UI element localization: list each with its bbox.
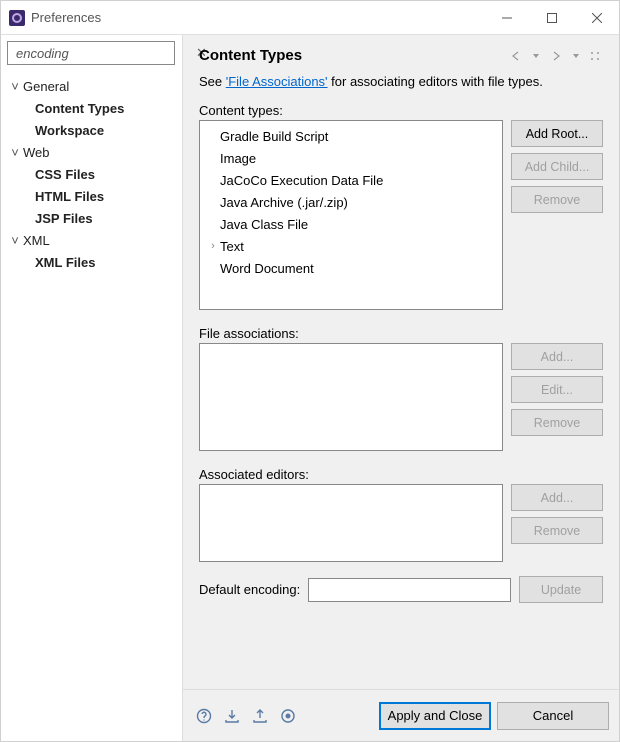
list-item[interactable]: Image — [200, 147, 502, 169]
remove-type-button[interactable]: Remove — [511, 186, 603, 213]
page-title: Content Types — [199, 47, 302, 64]
list-item[interactable]: ›Text — [200, 235, 502, 257]
list-item[interactable]: Gradle Build Script — [200, 125, 502, 147]
apply-and-close-button[interactable]: Apply and Close — [379, 702, 491, 730]
dialog-footer: Apply and Close Cancel — [183, 689, 619, 741]
tree-leaf-content-types[interactable]: Content Types — [3, 97, 180, 119]
chevron-down-icon[interactable]: ˅ — [7, 145, 23, 160]
content-types-label: Content types: — [199, 103, 603, 118]
preferences-window: Preferences ✕ ˅ General Content Types Wo… — [0, 0, 620, 742]
tree-node-xml[interactable]: ˅ XML — [3, 229, 180, 251]
filter-search[interactable]: ✕ — [7, 41, 175, 65]
back-icon[interactable] — [509, 49, 523, 63]
list-item[interactable]: Java Archive (.jar/.zip) — [200, 191, 502, 213]
update-encoding-button[interactable]: Update — [519, 576, 603, 603]
oomph-recorder-icon[interactable] — [277, 705, 299, 727]
minimize-button[interactable] — [484, 1, 529, 35]
dialog-body: ✕ ˅ General Content Types Workspace ˅ We… — [1, 35, 619, 741]
list-item[interactable]: Word Document — [200, 257, 502, 279]
tree-leaf-xml-files[interactable]: XML Files — [3, 251, 180, 273]
file-associations-list[interactable] — [199, 343, 503, 451]
list-item[interactable]: JaCoCo Execution Data File — [200, 169, 502, 191]
maximize-button[interactable] — [529, 1, 574, 35]
filter-input[interactable] — [14, 45, 196, 62]
page-header: Content Types — [183, 35, 619, 74]
window-title: Preferences — [31, 10, 101, 25]
export-prefs-icon[interactable] — [249, 705, 271, 727]
edit-association-button[interactable]: Edit... — [511, 376, 603, 403]
tree-leaf-jsp-files[interactable]: JSP Files — [3, 207, 180, 229]
tree-leaf-html-files[interactable]: HTML Files — [3, 185, 180, 207]
intro-text: See 'File Associations' for associating … — [199, 74, 603, 89]
add-root-button[interactable]: Add Root... — [511, 120, 603, 147]
titlebar[interactable]: Preferences — [1, 1, 619, 35]
tree-leaf-workspace[interactable]: Workspace — [3, 119, 180, 141]
cancel-button[interactable]: Cancel — [497, 702, 609, 730]
list-item[interactable]: Java Class File — [200, 213, 502, 235]
tree-node-web[interactable]: ˅ Web — [3, 141, 180, 163]
content-types-list[interactable]: Gradle Build Script Image JaCoCo Executi… — [199, 120, 503, 310]
add-child-button[interactable]: Add Child... — [511, 153, 603, 180]
associated-editors-label: Associated editors: — [199, 467, 603, 482]
header-nav-controls — [509, 49, 603, 63]
help-icon[interactable] — [193, 705, 215, 727]
tree-node-general[interactable]: ˅ General — [3, 75, 180, 97]
tree-leaf-css-files[interactable]: CSS Files — [3, 163, 180, 185]
file-associations-link[interactable]: 'File Associations' — [226, 74, 328, 89]
chevron-right-icon[interactable]: › — [206, 240, 220, 252]
category-sidebar: ✕ ˅ General Content Types Workspace ˅ We… — [1, 35, 183, 741]
add-association-button[interactable]: Add... — [511, 343, 603, 370]
page-content: See 'File Associations' for associating … — [183, 74, 619, 689]
view-menu-icon[interactable] — [589, 49, 603, 63]
default-encoding-label: Default encoding: — [199, 582, 300, 597]
file-associations-label: File associations: — [199, 326, 603, 341]
associated-editors-list[interactable] — [199, 484, 503, 562]
main-panel: Content Types See 'File Associations' fo… — [183, 35, 619, 741]
category-tree[interactable]: ˅ General Content Types Workspace ˅ Web … — [1, 69, 182, 279]
default-encoding-input[interactable] — [308, 578, 511, 602]
eclipse-icon — [9, 10, 25, 26]
window-controls — [484, 1, 619, 35]
add-editor-button[interactable]: Add... — [511, 484, 603, 511]
import-prefs-icon[interactable] — [221, 705, 243, 727]
forward-icon[interactable] — [549, 49, 563, 63]
remove-editor-button[interactable]: Remove — [511, 517, 603, 544]
chevron-down-icon[interactable]: ˅ — [7, 79, 23, 94]
close-button[interactable] — [574, 1, 619, 35]
chevron-down-icon[interactable]: ˅ — [7, 233, 23, 248]
remove-association-button[interactable]: Remove — [511, 409, 603, 436]
dropdown-icon[interactable] — [529, 49, 543, 63]
dropdown-icon[interactable] — [569, 49, 583, 63]
